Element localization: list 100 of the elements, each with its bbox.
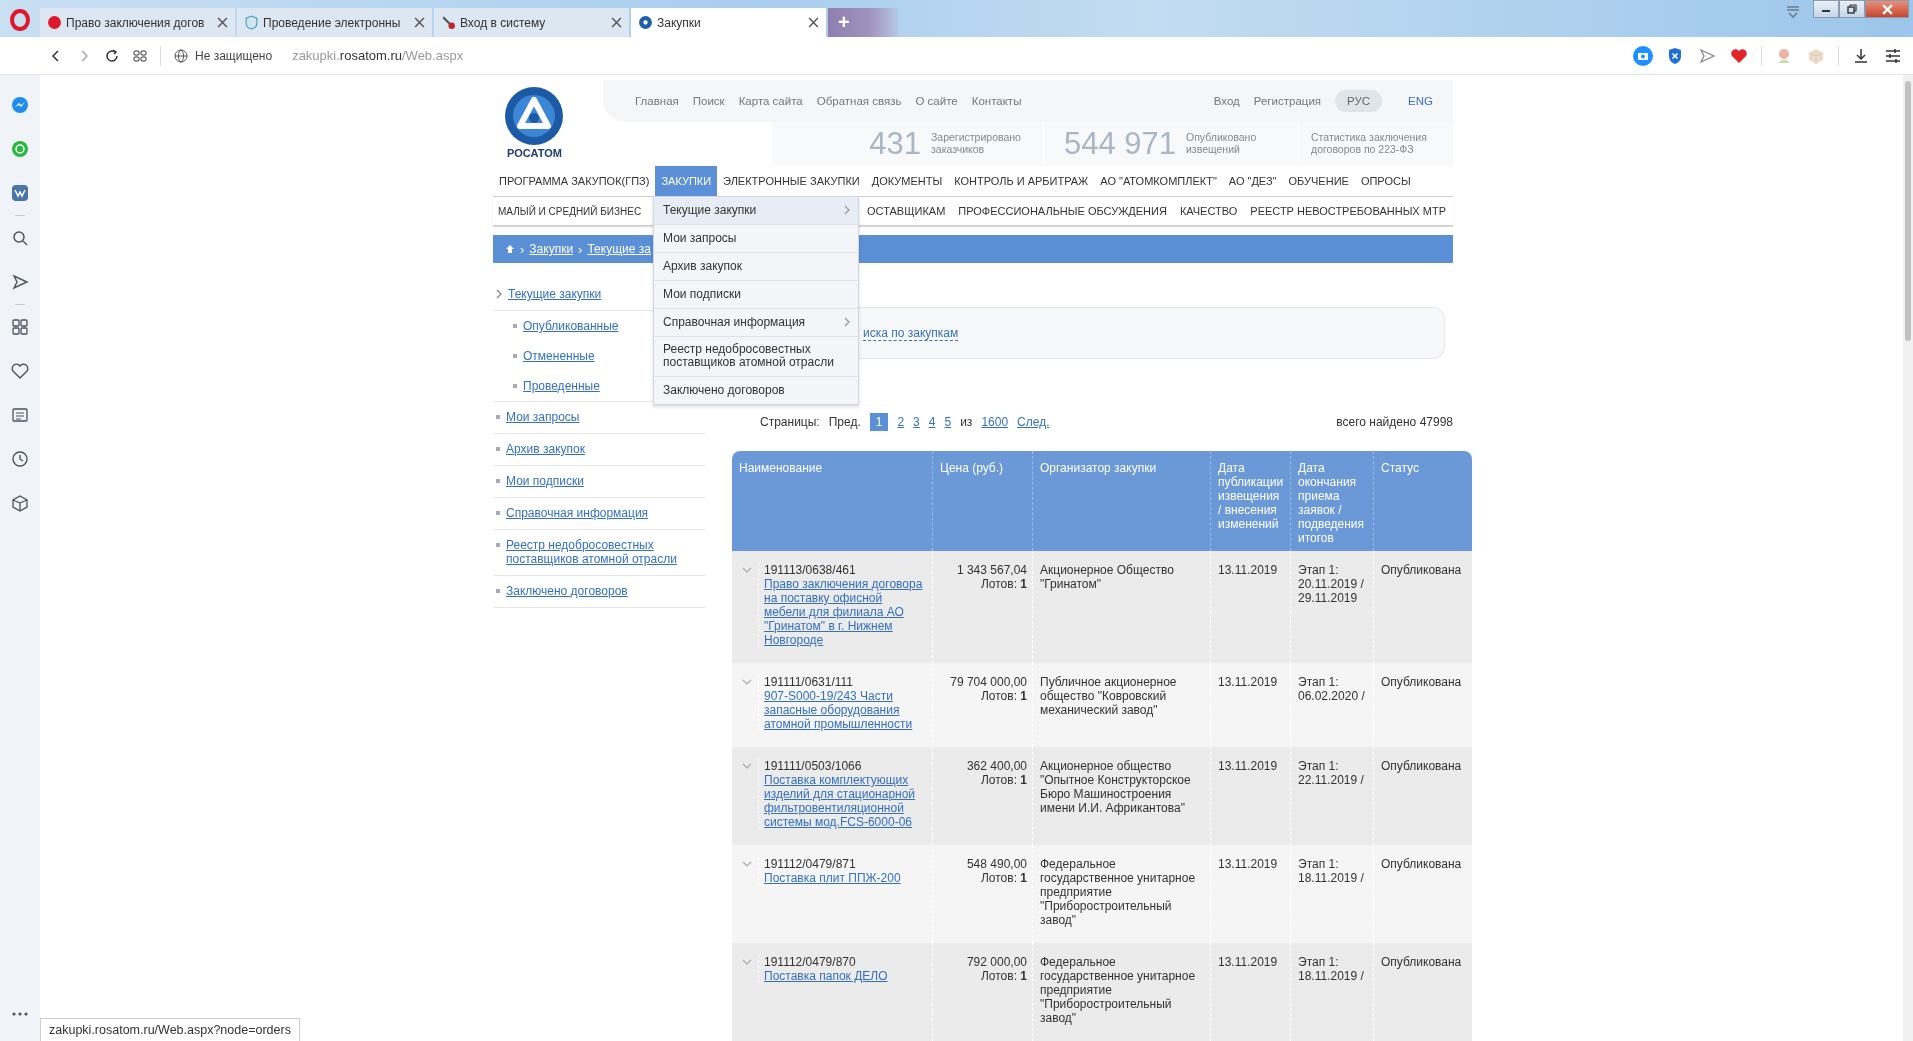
menu-item[interactable]: ОСТАВЩИКАМ [867,205,946,217]
menu-item[interactable]: ПРОФЕССИОНАЛЬНЫЕ ОБСУЖДЕНИЯ [958,205,1167,217]
cube-icon[interactable] [10,493,30,513]
menu-item[interactable]: КАЧЕСТВО [1179,205,1238,217]
dropdown-item[interactable]: Реестр недобросовестных поставщиков атомной отрасли [654,337,858,377]
search-icon[interactable] [10,228,30,248]
auth-link[interactable]: Вход [1213,95,1240,107]
purchase-link[interactable]: Поставка комплектующих изделий для стационарной фильтровентиляционной системы мод.FCS-6000-06 [764,773,927,829]
purchase-link[interactable]: Поставка плит ППЖ-200 [764,871,901,885]
lots-count: Лотов: 1 [980,689,1027,703]
menu-tab[interactable]: КОНТРОЛЬ И АРБИТРАЖ [948,166,1095,196]
dropdown-item[interactable]: Справочная информация [654,309,858,337]
header-link[interactable]: О сайте [915,95,958,107]
column-header[interactable]: Организатор закупки [1032,451,1210,551]
close-window-button[interactable] [1865,0,1909,18]
security-label[interactable]: Не защищено [195,48,273,63]
page-link[interactable]: 4 [928,413,936,431]
scrollbar-thumb[interactable] [1905,81,1911,341]
sidebar-link[interactable]: Текущие закупки [508,287,602,301]
grid-icon[interactable] [132,47,148,64]
header-link[interactable]: Карта сайта [738,95,803,107]
close-icon[interactable] [611,17,622,28]
address-field[interactable]: zakupki.rosatom.ru/Web.aspx [292,48,464,63]
new-tab-button[interactable]: + [828,8,898,37]
scrollbar[interactable] [1903,75,1913,1041]
browser-tab[interactable]: Право заключения догов [40,8,235,37]
sidebar-link[interactable]: Опубликованные [523,319,619,333]
menu-tab[interactable]: ОПРОСЫ [1354,166,1417,196]
statistics-link[interactable]: Статистика заключения договоров по 223-ФЗ [1311,132,1441,156]
header-link[interactable]: Главная [635,95,679,107]
language-link[interactable]: ENG [1396,90,1445,112]
menu-tab[interactable]: ЭЛЕКТРОННЫЕ ЗАКУПКИ [717,166,866,196]
tab-menu-icon[interactable] [1785,4,1801,20]
atom-logo-icon[interactable] [504,86,564,146]
purchase-link[interactable]: 907-S000-19/243 Части запасные оборудования атомной промышленности [764,689,927,731]
purchase-link[interactable]: Право заключения договора на поставку офисной мебели для филиала АО "Гринатом" в г. Нижнем Новгороде [764,577,927,647]
vk-icon[interactable] [10,183,30,203]
menu-tab[interactable]: ПРОГРАММА ЗАКУПОК(ГПЗ) [493,166,656,196]
dropdown-item[interactable]: Мои подписки [654,281,858,309]
sidebar-link[interactable]: Реестр недобросовестных поставщиков атомной отрасли [506,538,705,566]
auth-link[interactable]: Регистрация [1253,95,1322,107]
reload-icon[interactable] [104,47,120,64]
purchase-link[interactable]: Поставка папок ДЕЛО [764,969,888,983]
column-header[interactable]: Дата публикации извещения / внесения изменений [1210,451,1290,551]
menu-tab[interactable]: АО "АТОМКОМПЛЕКТ" [1094,166,1223,196]
sidebar-link[interactable]: Проведенные [523,379,600,393]
close-icon[interactable] [217,17,228,28]
heart-icon[interactable] [10,361,30,381]
header-link[interactable]: Поиск [692,95,725,107]
camera-icon[interactable] [1633,45,1653,66]
minimize-button[interactable] [1813,0,1839,18]
column-header[interactable]: Наименование [732,451,932,551]
dropdown-item[interactable]: Заключено договоров [654,377,858,404]
restore-button[interactable] [1839,0,1865,18]
globe-icon[interactable] [173,47,189,64]
breadcrumb-link[interactable]: Закупки [529,242,574,256]
menu-item[interactable]: РЕЕСТР НЕВОСТРЕБОВАННЫХ МТР [1250,205,1446,217]
home-icon[interactable] [505,244,515,254]
page-link[interactable]: 1 [869,413,889,431]
next-link[interactable]: След. [1017,413,1050,431]
messenger-icon[interactable] [10,95,30,115]
page-link[interactable]: 5 [944,413,952,431]
close-icon[interactable] [808,17,819,28]
history-icon[interactable] [10,449,30,469]
breadcrumb-link[interactable]: Текущие за [587,242,651,256]
sidebar-link[interactable]: Архив закупок [506,442,585,456]
menu-tab[interactable]: ОБУЧЕНИЕ [1282,166,1355,196]
search-link[interactable]: иска по закупкам [863,325,959,341]
menu-item[interactable]: МАЛЫЙ И СРЕДНИЙ БИЗНЕС [493,205,648,217]
sidebar-link[interactable]: Отмененные [523,349,595,363]
header-link[interactable]: Контакты [971,95,1022,107]
dropdown-item[interactable]: Архив закупок [654,253,858,281]
dropdown-item[interactable]: Текущие закупки [654,197,858,225]
browser-tab[interactable]: Закупки [631,8,826,37]
column-header[interactable]: Цена (руб.) [932,451,1032,551]
page-link[interactable]: 2 [897,413,905,431]
sidebar-link[interactable]: Заключено договоров [506,584,628,598]
close-icon[interactable] [414,17,425,28]
sidebar-link[interactable]: Мои подписки [506,474,584,488]
sidebar-link[interactable]: Мои запросы [506,410,580,424]
grid-icon[interactable] [10,317,30,337]
page-link[interactable]: 1600 [981,413,1009,431]
browser-tab[interactable]: Вход в систему [434,8,629,37]
menu-tab[interactable]: ДОКУМЕНТЫ [865,166,949,196]
menu-tab[interactable]: АО "ДЕЗ" [1222,166,1283,196]
send-icon[interactable] [10,272,30,292]
column-header[interactable]: Статус [1373,451,1472,551]
language-link[interactable]: РУС [1335,90,1383,112]
sidebar-link[interactable]: Справочная информация [506,506,649,520]
page-link[interactable]: 3 [913,413,920,431]
opera-logo-icon[interactable] [10,9,30,31]
news-icon[interactable] [10,405,30,425]
dropdown-item[interactable]: Мои запросы [654,225,858,253]
column-header[interactable]: Дата окончания приема заявок / подведения итогов [1290,451,1373,551]
menu-tab[interactable]: ЗАКУПКИ [655,166,718,196]
previous-link[interactable]: Пред. [828,415,861,429]
more-icon[interactable] [10,1011,30,1017]
browser-tab[interactable]: Проведение электронны [237,8,432,37]
header-link[interactable]: Обратная связь [816,95,902,107]
bullet-icon [496,543,500,547]
